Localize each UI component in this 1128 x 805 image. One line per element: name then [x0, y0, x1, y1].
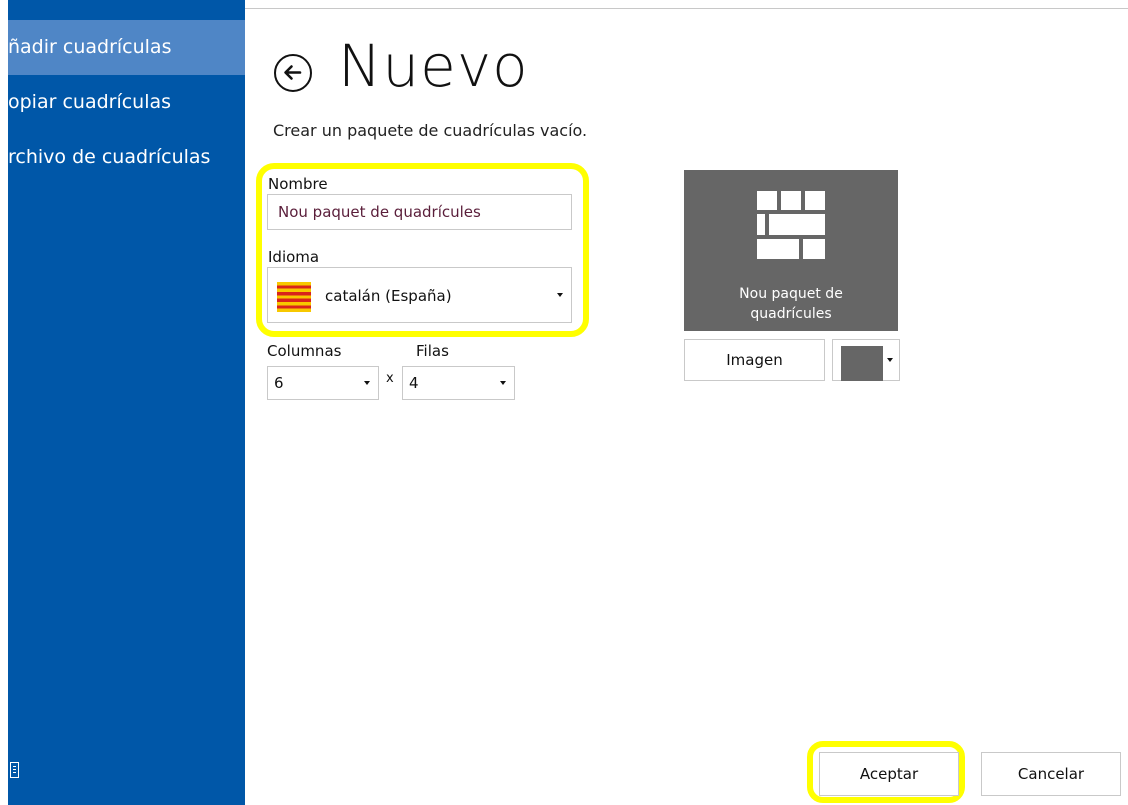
tile-caption: Nou paquet de quadrícules [684, 284, 898, 324]
chevron-down-icon [364, 381, 370, 385]
name-field[interactable]: Nou paquet de quadrícules [267, 194, 572, 230]
chevron-down-icon [557, 293, 563, 297]
sidebar-item-label: ñadir cuadrículas [8, 36, 172, 58]
chevron-down-icon [887, 358, 893, 362]
rows-value: 4 [409, 374, 419, 392]
tile-caption-line: Nou paquet de [739, 286, 843, 302]
color-swatch [841, 346, 883, 381]
ok-button[interactable]: Aceptar [819, 752, 959, 796]
sidebar-item-label: opiar cuadrículas [8, 91, 172, 113]
sidebar-edge [0, 0, 8, 805]
back-button[interactable] [274, 54, 312, 92]
window-top-border [245, 8, 1128, 9]
sidebar-item-label: rchivo de cuadrículas [8, 146, 211, 168]
times-symbol: x [386, 371, 394, 386]
language-label: Idioma [268, 248, 320, 266]
sidebar-item-add-grids[interactable]: ñadir cuadrículas [8, 20, 245, 75]
page-subtitle: Crear un paquete de cuadrículas vacío. [273, 121, 588, 140]
rows-label: Filas [416, 342, 449, 360]
language-select[interactable]: catalán (España) [267, 267, 572, 323]
grid-tiles-icon [757, 191, 825, 259]
name-label: Nombre [268, 175, 328, 193]
columns-select[interactable]: 6 [267, 366, 379, 400]
document-icon[interactable] [10, 762, 19, 778]
page-title: Nuevo [338, 32, 529, 100]
sidebar: ñadir cuadrículas opiar cuadrículas rchi… [0, 0, 245, 805]
tile-caption-line: quadrícules [750, 306, 832, 322]
color-picker[interactable] [832, 339, 900, 381]
sidebar-item-grid-file[interactable]: rchivo de cuadrículas [8, 130, 245, 185]
chevron-down-icon [500, 381, 506, 385]
language-value: catalán (España) [325, 287, 452, 305]
cancel-button[interactable]: Cancelar [981, 752, 1121, 796]
image-button[interactable]: Imagen [684, 339, 825, 381]
grid-set-tile: Nou paquet de quadrícules [684, 170, 898, 331]
sidebar-item-copy-grids[interactable]: opiar cuadrículas [8, 75, 245, 130]
columns-value: 6 [274, 374, 284, 392]
arrow-left-circle-icon [284, 65, 302, 80]
catalan-flag-icon [277, 282, 311, 312]
rows-select[interactable]: 4 [402, 366, 515, 400]
columns-label: Columnas [267, 342, 342, 360]
